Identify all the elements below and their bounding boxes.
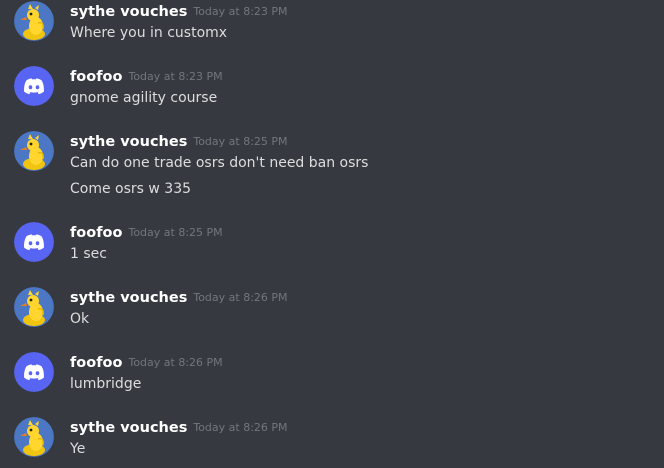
- username[interactable]: foofoo: [70, 225, 122, 241]
- username[interactable]: foofoo: [70, 69, 122, 85]
- username[interactable]: sythe vouches: [70, 134, 187, 150]
- message-header: sythe vouches Today at 8:26 PM: [70, 416, 288, 439]
- message-text: Ye: [70, 441, 86, 457]
- timestamp: Today at 8:23 PM: [193, 5, 288, 18]
- message-text: Can do one trade osrs don't need ban osr…: [70, 155, 369, 171]
- username[interactable]: foofoo: [70, 355, 122, 371]
- discord-default-avatar-icon[interactable]: [14, 222, 54, 262]
- duck-avatar-icon[interactable]: [14, 131, 54, 171]
- timestamp: Today at 8:23 PM: [128, 70, 223, 83]
- timestamp: Today at 8:26 PM: [128, 356, 223, 369]
- timestamp: Today at 8:26 PM: [193, 291, 288, 304]
- message-text: Ok: [70, 311, 90, 327]
- message-header: sythe vouches Today at 8:23 PM: [70, 0, 288, 23]
- timestamp: Today at 8:25 PM: [128, 226, 223, 239]
- message-text: Where you in customx: [70, 25, 228, 41]
- duck-avatar-icon[interactable]: [14, 1, 54, 41]
- username[interactable]: sythe vouches: [70, 420, 187, 436]
- message-header: foofoo Today at 8:25 PM: [70, 221, 223, 244]
- message-text: lumbridge: [70, 376, 142, 392]
- message-text: Come osrs w 335: [70, 181, 192, 197]
- username[interactable]: sythe vouches: [70, 4, 187, 20]
- message-text: gnome agility course: [70, 90, 218, 106]
- discord-default-avatar-icon[interactable]: [14, 66, 54, 106]
- username[interactable]: sythe vouches: [70, 290, 187, 306]
- message-header: foofoo Today at 8:23 PM: [70, 65, 223, 88]
- timestamp: Today at 8:25 PM: [193, 135, 288, 148]
- timestamp: Today at 8:26 PM: [193, 421, 288, 434]
- message-header: sythe vouches Today at 8:25 PM: [70, 130, 288, 153]
- message-header: foofoo Today at 8:26 PM: [70, 351, 223, 374]
- duck-avatar-icon[interactable]: [14, 287, 54, 327]
- discord-default-avatar-icon[interactable]: [14, 352, 54, 392]
- duck-avatar-icon[interactable]: [14, 417, 54, 457]
- message-text: 1 sec: [70, 246, 107, 262]
- message-header: sythe vouches Today at 8:26 PM: [70, 286, 288, 309]
